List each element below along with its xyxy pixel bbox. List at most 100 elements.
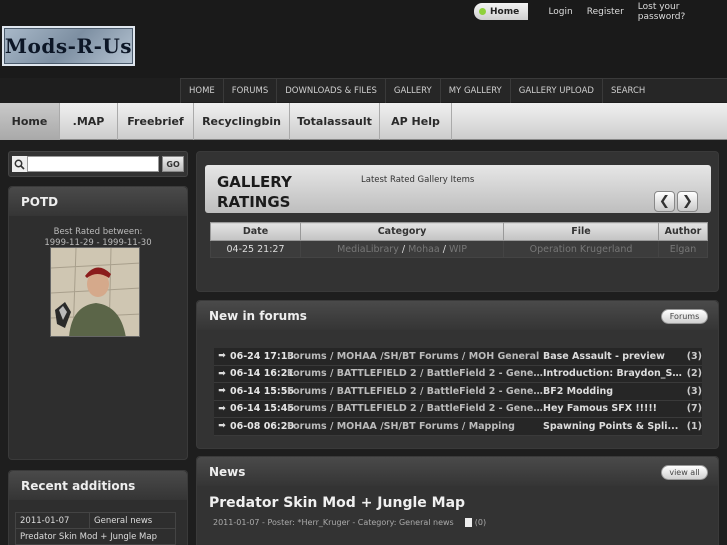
register-link[interactable]: Register bbox=[587, 7, 624, 17]
tab-map[interactable]: .MAP bbox=[60, 103, 118, 140]
topic-link[interactable]: Base Assault - preview bbox=[543, 351, 683, 362]
search-input[interactable] bbox=[26, 156, 160, 172]
list-item: ➡ 06-14 15:45 Forums / BATTLEFIELD 2 / B… bbox=[214, 400, 702, 418]
file-link[interactable]: Operation Krugerland bbox=[530, 244, 633, 255]
topnav-gallery-upload[interactable]: GALLERY UPLOAD bbox=[509, 79, 602, 103]
category-link-medialibrary[interactable]: MediaLibrary bbox=[337, 244, 399, 255]
tab-home[interactable]: Home bbox=[0, 103, 60, 140]
view-all-button[interactable]: view all bbox=[661, 465, 708, 480]
topnav-search[interactable]: SEARCH bbox=[601, 79, 653, 103]
reply-count: (7) bbox=[686, 403, 702, 415]
gallery-next-button[interactable]: ❯ bbox=[677, 191, 698, 212]
potd-image[interactable] bbox=[50, 247, 140, 337]
news-item-meta: 2011-01-07 - Poster: *Herr_Kruger - Cate… bbox=[213, 518, 486, 527]
gallery-title: GALLERY RATINGS bbox=[217, 172, 292, 212]
topic-link[interactable]: BF2 Modding bbox=[543, 386, 683, 397]
potd-caption-line1: Best Rated between: bbox=[53, 227, 143, 237]
comment-count[interactable]: (0) bbox=[475, 518, 486, 527]
tab-ap-help[interactable]: AP Help bbox=[380, 103, 452, 140]
forum-path[interactable]: Forums / BATTLEFIELD 2 / BattleField 2 -… bbox=[287, 386, 543, 397]
forum-path[interactable]: Forums / BATTLEFIELD 2 / BattleField 2 -… bbox=[287, 368, 543, 379]
gallery-title-line2: RATINGS bbox=[217, 193, 291, 211]
online-dot-icon bbox=[479, 8, 486, 15]
topic-link[interactable]: Introduction: Braydon_SFX bbox=[543, 368, 683, 379]
table-row: 04-25 21:27 MediaLibrary / Mohaa / WIP O… bbox=[210, 240, 708, 258]
login-link[interactable]: Login bbox=[548, 7, 572, 17]
reply-count: (1) bbox=[686, 420, 702, 432]
recent-additions-table: 2011-01-07 General news Predator Skin Mo… bbox=[15, 512, 176, 545]
col-category[interactable]: Category bbox=[300, 222, 504, 241]
gallery-row-file: Operation Krugerland bbox=[503, 240, 659, 258]
topnav-home[interactable]: HOME bbox=[180, 79, 223, 103]
post-date: 06-14 16:21 bbox=[230, 368, 294, 380]
col-date[interactable]: Date bbox=[210, 222, 301, 241]
lost-password-link[interactable]: Lost your password? bbox=[638, 2, 727, 22]
forum-posts-list: ➡ 06-24 17:13 Forums / MOHAA /SH/BT Foru… bbox=[214, 348, 702, 436]
forum-path[interactable]: Forums / MOHAA /SH/BT Forums / Mapping bbox=[287, 421, 543, 432]
recent-additions-title: Recent additions bbox=[9, 471, 187, 500]
recent-date: 2011-01-07 bbox=[15, 512, 90, 529]
post-date: 06-14 15:45 bbox=[230, 403, 294, 415]
list-item: ➡ 06-24 17:13 Forums / MOHAA /SH/BT Foru… bbox=[214, 348, 702, 366]
gallery-ratings-panel: GALLERY RATINGS Latest Rated Gallery Ite… bbox=[196, 151, 719, 292]
arrow-right-icon: ➡ bbox=[218, 368, 226, 379]
tab-recyclingbin[interactable]: Recyclingbin bbox=[194, 103, 290, 140]
search-bar: GO bbox=[8, 151, 188, 177]
col-file[interactable]: File bbox=[503, 222, 659, 241]
forum-path[interactable]: Forums / MOHAA /SH/BT Forums / MOH Gener… bbox=[287, 351, 543, 362]
reply-count: (3) bbox=[686, 350, 702, 362]
topnav-gallery[interactable]: GALLERY bbox=[384, 79, 440, 103]
new-in-forums-panel: New in forums Forums ➡ 06-24 17:13 Forum… bbox=[196, 300, 719, 449]
list-item: ➡ 06-14 16:21 Forums / BATTLEFIELD 2 / B… bbox=[214, 365, 702, 383]
recent-additions-panel: Recent additions 2011-01-07 General news… bbox=[8, 470, 188, 545]
category-link-wip[interactable]: WIP bbox=[449, 244, 467, 255]
news-panel: News view all Predator Skin Mod + Jungle… bbox=[196, 456, 719, 545]
gallery-prev-button[interactable]: ❮ bbox=[654, 191, 675, 212]
list-item: ➡ 06-08 06:20 Forums / MOHAA /SH/BT Foru… bbox=[214, 418, 702, 436]
reply-count: (2) bbox=[686, 368, 702, 380]
arrow-right-icon: ➡ bbox=[218, 403, 226, 414]
category-link-mohaa[interactable]: Mohaa bbox=[408, 244, 440, 255]
header: Mods-R-Us Home Login Register Lost your … bbox=[0, 0, 727, 78]
topnav-downloads[interactable]: DOWNLOADS & FILES bbox=[276, 79, 385, 103]
tab-totalassault[interactable]: Totalassault bbox=[290, 103, 380, 140]
topnav-my-gallery[interactable]: MY GALLERY bbox=[439, 79, 510, 103]
forums-panel-title: New in forums bbox=[197, 301, 718, 330]
forums-button[interactable]: Forums bbox=[661, 309, 708, 324]
arrow-right-icon: ➡ bbox=[218, 421, 226, 432]
author-link[interactable]: Elgan bbox=[670, 244, 697, 255]
topic-link[interactable]: Hey Famous SFX !!!!! bbox=[543, 403, 683, 414]
reply-count: (3) bbox=[686, 385, 702, 397]
comment-document-icon[interactable] bbox=[464, 518, 472, 527]
userbar-home-label: Home bbox=[490, 6, 520, 17]
site-logo[interactable]: Mods-R-Us bbox=[2, 26, 135, 66]
gallery-title-line1: GALLERY bbox=[217, 173, 292, 191]
table-header-row: Date Category File Author bbox=[210, 222, 708, 241]
news-panel-title: News bbox=[197, 457, 718, 486]
col-author[interactable]: Author bbox=[658, 222, 708, 241]
arrow-right-icon: ➡ bbox=[218, 386, 226, 397]
search-icon bbox=[12, 156, 27, 172]
recent-category[interactable]: General news bbox=[89, 512, 176, 529]
news-item-title[interactable]: Predator Skin Mod + Jungle Map bbox=[209, 495, 465, 511]
gallery-subtitle: Latest Rated Gallery Items bbox=[361, 175, 475, 185]
tab-freebrief[interactable]: Freebrief bbox=[118, 103, 194, 140]
recent-item-link[interactable]: Predator Skin Mod + Jungle Map bbox=[15, 528, 176, 545]
arrow-right-icon: ➡ bbox=[218, 351, 226, 362]
gallery-header: GALLERY RATINGS Latest Rated Gallery Ite… bbox=[205, 165, 711, 213]
top-navigation: HOME FORUMS DOWNLOADS & FILES GALLERY MY… bbox=[180, 78, 727, 103]
user-bar: Home Login Register Lost your password? bbox=[474, 2, 727, 22]
potd-title: POTD bbox=[9, 187, 187, 216]
topic-link[interactable]: Spawning Points & Spli... bbox=[543, 421, 683, 432]
post-date: 06-14 15:56 bbox=[230, 385, 294, 397]
userbar-home-link[interactable]: Home bbox=[474, 3, 529, 20]
search-go-button[interactable]: GO bbox=[162, 156, 184, 172]
potd-caption: Best Rated between: 1999-11-29 - 1999-11… bbox=[9, 227, 187, 249]
gallery-row-category: MediaLibrary / Mohaa / WIP bbox=[300, 240, 504, 258]
chevron-left-icon: ❮ bbox=[659, 194, 670, 209]
topnav-forums[interactable]: FORUMS bbox=[222, 79, 276, 103]
forum-path[interactable]: Forums / BATTLEFIELD 2 / BattleField 2 -… bbox=[287, 403, 543, 414]
chevron-right-icon: ❯ bbox=[682, 194, 693, 209]
table-row: Predator Skin Mod + Jungle Map bbox=[15, 528, 176, 545]
post-date: 06-08 06:20 bbox=[230, 420, 294, 432]
